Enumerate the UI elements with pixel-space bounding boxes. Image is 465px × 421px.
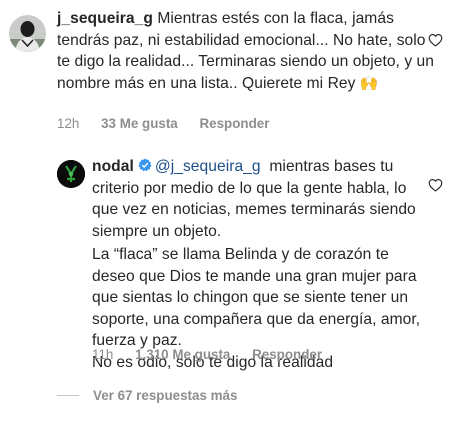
avatar-j-sequeira-g[interactable] (9, 15, 46, 52)
avatar-nodal[interactable] (57, 160, 85, 188)
mention-link[interactable]: @j_sequeira_g (155, 158, 261, 175)
comment-meta: 12h 33 Me gusta Responder (57, 116, 287, 131)
reply-text: nodal @j_sequeira_g mientras bases tu cri… (92, 156, 424, 373)
reply-button[interactable]: Responder (252, 347, 322, 362)
reply-time: 11h (92, 347, 114, 362)
likes-count[interactable]: 33 Me gusta (101, 116, 178, 131)
heart-outline-icon[interactable] (428, 33, 443, 47)
divider-line (57, 395, 79, 396)
raising-hands-emoji: 🙌 (359, 74, 379, 92)
likes-count[interactable]: 1,310 Me gusta (135, 347, 230, 362)
verified-badge-icon (138, 158, 152, 172)
reply-username[interactable]: nodal (92, 158, 134, 175)
reply-body-paragraph-2: La “flaca” se llama Belinda y de corazón… (92, 246, 421, 349)
view-more-replies-label[interactable]: Ver 67 respuestas más (93, 388, 237, 403)
comment-time: 12h (57, 116, 80, 131)
comment-username[interactable]: j_sequeira_g (57, 10, 153, 27)
heart-outline-icon[interactable] (428, 178, 443, 192)
comment-text: j_sequeira_g Mientras estés con la flaca… (57, 8, 442, 94)
reply-button[interactable]: Responder (199, 116, 269, 131)
view-more-replies[interactable]: Ver 67 respuestas más (57, 388, 237, 403)
reply-meta: 11h 1,310 Me gusta Responder (92, 347, 340, 362)
